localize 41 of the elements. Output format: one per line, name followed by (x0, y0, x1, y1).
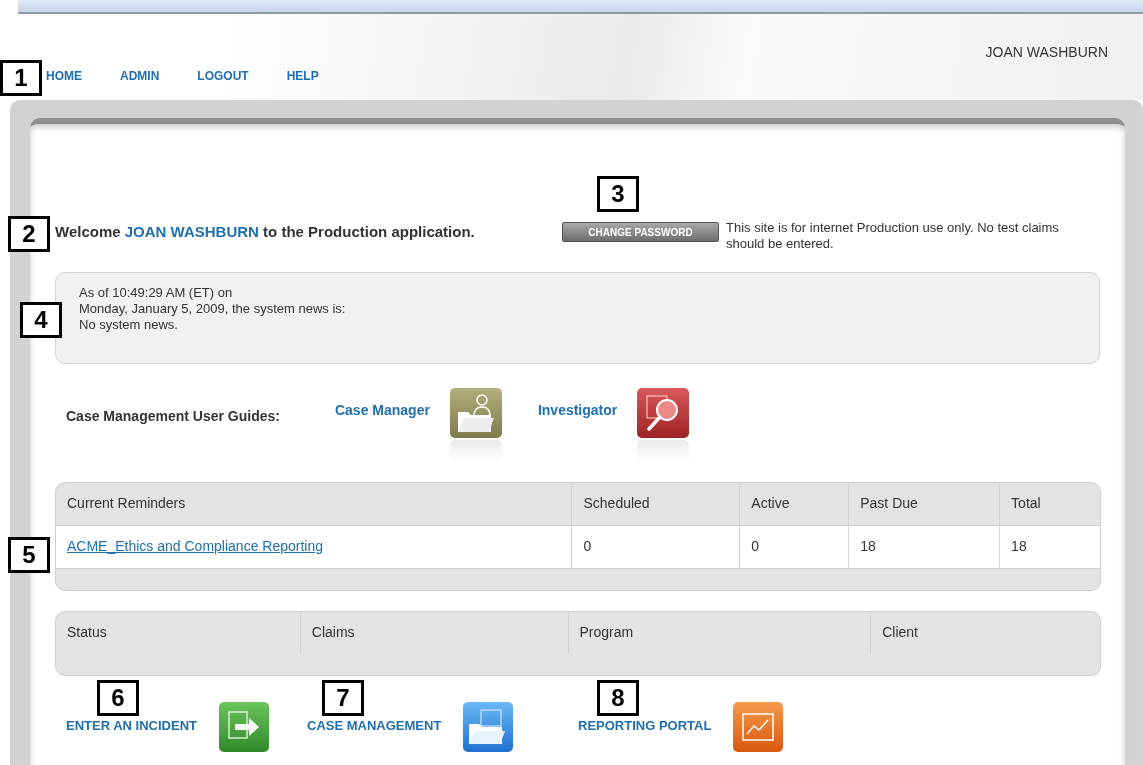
column-header: Claims (300, 612, 569, 654)
callout-number: 1 (0, 60, 42, 96)
news-text: No system news. (79, 317, 179, 333)
change-password-button[interactable]: CHANGE PASSWORD (562, 222, 719, 242)
action-link[interactable]: REPORTING PORTAL (578, 718, 712, 733)
news-text: Monday, January 5, 2009, the system news is: (79, 301, 347, 317)
nav-link[interactable]: HELP (286, 69, 319, 83)
chart-icon[interactable] (733, 702, 784, 752)
callout-number: 3 (597, 176, 639, 212)
table-cell: 0 (572, 526, 741, 568)
callout-number: 2 (8, 216, 50, 252)
column-header: Status (56, 612, 301, 654)
news-text: As of 10:49:29 AM (ET) on (79, 285, 234, 301)
nav-link[interactable]: LOGOUT (197, 69, 249, 83)
arrow-pages-icon[interactable] (218, 702, 269, 752)
table-cell: 0 (740, 526, 850, 568)
action-link[interactable]: ENTER AN INCIDENT (66, 718, 197, 733)
folder-icon[interactable] (463, 702, 514, 752)
person-folder-icon[interactable] (449, 388, 502, 438)
user-name: JOAN WASHBURN (985, 44, 1108, 60)
table-cell-text: 18 (1010, 537, 1028, 556)
guides-label: Case Management User Guides: (66, 408, 280, 424)
user-link[interactable]: JOAN WASHBURN (124, 223, 259, 240)
guide-link[interactable]: Case Manager (334, 402, 430, 418)
site-notice: This site is for internet Production use only. No test claims should be entered. (726, 220, 1060, 252)
column-header: Client (881, 623, 919, 642)
callout-number: 7 (322, 680, 364, 716)
callout-number: 4 (20, 302, 62, 338)
callout-number: 8 (597, 680, 639, 716)
callout-number: 5 (8, 537, 50, 573)
guide-link[interactable]: Investigator (537, 402, 618, 418)
magnifier-icon[interactable] (637, 388, 690, 438)
action-link[interactable]: CASE MANAGEMENT (307, 718, 442, 733)
reminder-link[interactable]: ACME_Ethics and Compliance Reporting (67, 538, 323, 554)
column-header: Total (1010, 494, 1042, 513)
nav-link[interactable]: ADMIN (120, 69, 160, 83)
column-header: Program (568, 612, 872, 654)
table-cell: 18 (849, 526, 1001, 568)
nav-link[interactable]: HOME (46, 69, 82, 83)
callout-number: 6 (97, 680, 139, 716)
welcome-message: Welcome JOAN WASHBURN to the Production application. (55, 223, 476, 240)
